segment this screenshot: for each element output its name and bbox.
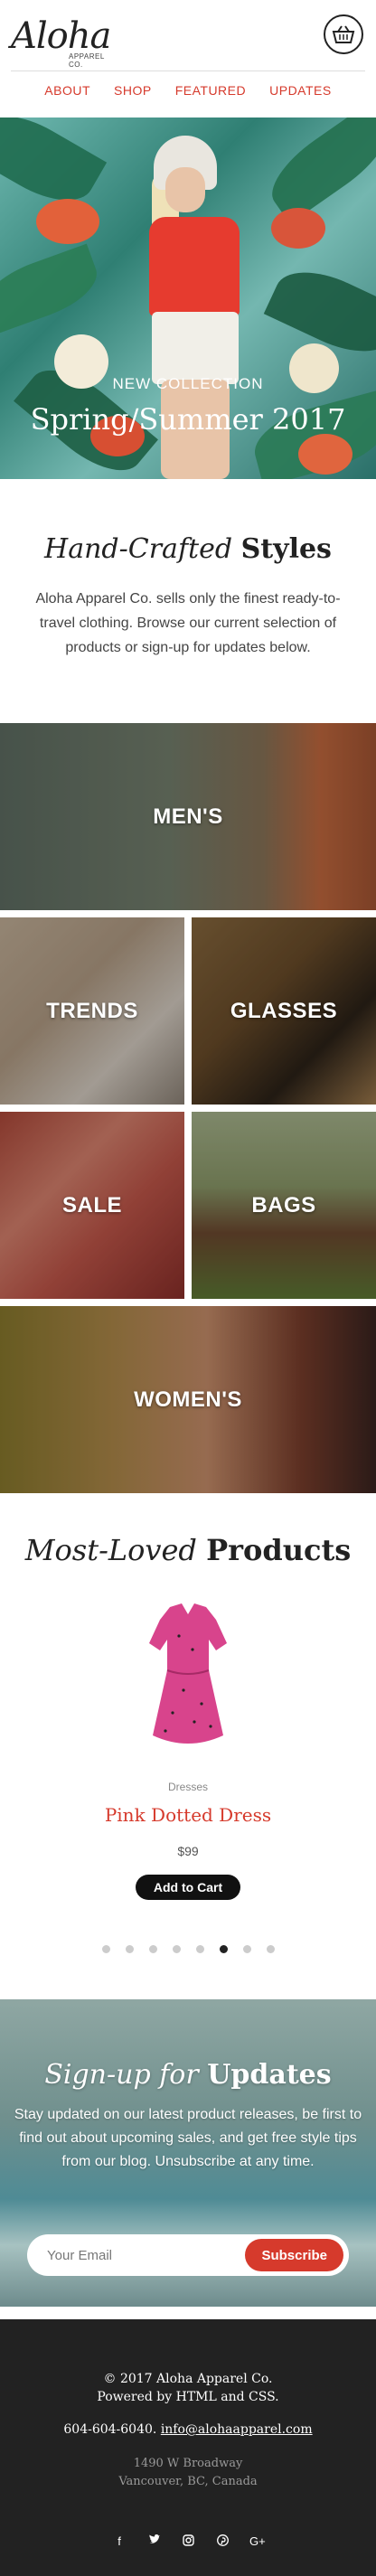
signup-title: Sign-up for Updates (0, 1999, 376, 2091)
category-sale[interactable]: SALE (0, 1112, 184, 1299)
hero-banner[interactable]: NEW COLLECTION Spring/Summer 2017 (0, 118, 376, 479)
intro-title-bold: Styles (240, 533, 332, 565)
category-bags[interactable]: BAGS (192, 1112, 376, 1299)
carousel-dot[interactable] (172, 1945, 181, 1953)
intro-section: Hand-Crafted Styles Aloha Apparel Co. se… (0, 479, 376, 723)
category-trends[interactable]: TRENDS (0, 917, 184, 1105)
signup-text: Stay updated on our latest product relea… (14, 2107, 362, 2169)
products-title-italic: Most-Loved (24, 1533, 197, 1567)
brand-sub: APPAREL CO. (69, 52, 105, 69)
product-price: $99 (177, 1844, 199, 1858)
footer-address-line: 1490 W Broadway (133, 2457, 243, 2470)
category-label: SALE (61, 1192, 122, 1217)
hero-kicker: NEW COLLECTION (112, 375, 264, 392)
footer-address-line: Vancouver, BC, Canada (118, 2475, 258, 2488)
category-label: TRENDS (46, 998, 138, 1023)
product-category: Dresses (167, 1781, 208, 1793)
carousel-dot[interactable] (148, 1945, 157, 1953)
carousel-dot[interactable] (266, 1945, 275, 1953)
subscribe-button[interactable]: Subscribe (245, 2239, 343, 2271)
flower-decoration (298, 434, 352, 475)
category-label: BAGS (251, 1192, 316, 1217)
footer-phone: 604-604-6040. (63, 2422, 157, 2437)
footer-powered: Powered by HTML and CSS. (97, 2390, 279, 2404)
brand-name: Aloha (11, 15, 111, 57)
cart-basket-icon[interactable] (324, 14, 363, 54)
flower-decoration (36, 199, 99, 244)
main-nav: ABOUT SHOP FEATURED UPDATES (0, 83, 376, 98)
products-section: Most-Loved Products Dresses Pink Dotted … (0, 1493, 376, 1999)
hero-caption: NEW COLLECTION Spring/Summer 2017 (0, 375, 376, 437)
nav-about[interactable]: ABOUT (44, 83, 90, 98)
product-name[interactable]: Pink Dotted Dress (0, 1804, 376, 1826)
add-to-cart-button[interactable]: Add to Cart (135, 1875, 241, 1900)
signup-section: Sign-up for Updates Stay updated on our … (0, 1999, 376, 2307)
signup-title-italic: Sign-up for (44, 2059, 199, 2091)
signup-form: Subscribe (27, 2234, 349, 2276)
footer-copyright: © 2017 Aloha Apparel Co. (103, 2372, 273, 2386)
model-figure (149, 217, 240, 316)
intro-title: Hand-Crafted Styles (0, 533, 376, 565)
intro-title-italic: Hand-Crafted (44, 533, 233, 565)
category-label: GLASSES (230, 998, 338, 1023)
product-image[interactable] (129, 1600, 247, 1763)
category-label: WOMEN'S (134, 1387, 242, 1412)
site-footer: © 2017 Aloha Apparel Co. Powered by HTML… (0, 2319, 376, 2576)
category-womens[interactable]: WOMEN'S (0, 1306, 376, 1493)
category-glasses[interactable]: GLASSES (192, 917, 376, 1105)
email-field[interactable] (27, 2247, 246, 2263)
products-title: Most-Loved Products (0, 1533, 376, 1567)
carousel-dot[interactable] (242, 1945, 251, 1953)
google-plus-icon[interactable]: G+ (249, 2534, 266, 2549)
instagram-icon[interactable] (181, 2534, 195, 2549)
category-row: TRENDS GLASSES (0, 917, 376, 1105)
leaf-decoration (258, 118, 376, 224)
facebook-icon[interactable]: f (112, 2534, 127, 2549)
pinterest-icon[interactable] (215, 2534, 230, 2549)
carousel-dot[interactable] (195, 1945, 204, 1953)
signup-title-bold: Updates (207, 2059, 332, 2091)
carousel-dot-active[interactable] (219, 1945, 228, 1953)
social-links: f G+ (0, 2534, 376, 2549)
category-mens[interactable]: MEN'S (0, 723, 376, 910)
carousel-dot[interactable] (125, 1945, 134, 1953)
footer-contact: 604-604-6040. info@alohaapparel.com (0, 2422, 376, 2437)
nav-featured[interactable]: FEATURED (175, 83, 246, 98)
footer-email-link[interactable]: info@alohaapparel.com (161, 2422, 313, 2437)
site-header: Aloha APPAREL CO. ABOUT SHOP FEATURED UP… (0, 0, 376, 118)
nav-shop[interactable]: SHOP (114, 83, 152, 98)
model-figure (165, 167, 205, 212)
intro-text: Aloha Apparel Co. sells only the finest … (35, 591, 341, 655)
category-row: SALE BAGS (0, 1112, 376, 1299)
category-label: MEN'S (153, 804, 223, 829)
brand-logo[interactable]: Aloha APPAREL CO. (11, 15, 119, 69)
flower-decoration (271, 208, 325, 249)
carousel-dot[interactable] (101, 1945, 110, 1953)
leaf-decoration (0, 243, 106, 335)
footer-address: 1490 W Broadway Vancouver, BC, Canada (0, 2455, 376, 2491)
model-figure (152, 312, 239, 384)
hero-title: Spring/Summer 2017 (30, 402, 346, 437)
nav-updates[interactable]: UPDATES (269, 83, 332, 98)
carousel-dots (0, 1945, 376, 1953)
twitter-icon[interactable] (146, 2534, 161, 2549)
products-title-bold: Products (206, 1533, 352, 1567)
